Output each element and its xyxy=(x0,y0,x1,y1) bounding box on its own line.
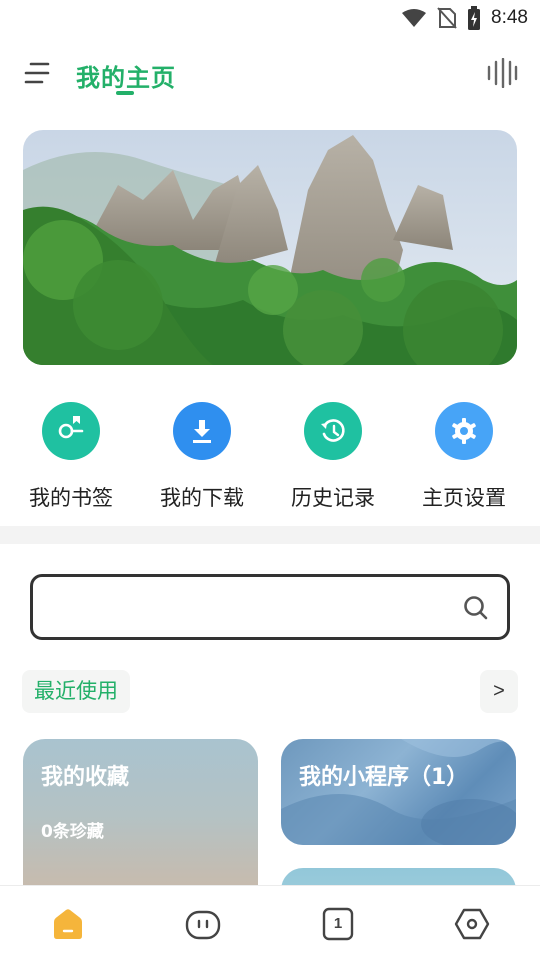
quick-action-home-settings[interactable]: 主页设置 xyxy=(399,400,529,515)
wifi-icon xyxy=(402,9,427,27)
history-icon xyxy=(304,402,362,460)
favorites-card[interactable]: 我的收藏 0条珍藏 xyxy=(23,739,258,909)
home-icon xyxy=(54,909,82,939)
recent-section-label: 最近使用 xyxy=(22,670,130,713)
tab-count: 1 xyxy=(333,915,343,932)
battery-icon xyxy=(468,6,481,30)
favorites-card-count: 0条珍藏 xyxy=(41,822,104,842)
gear-icon xyxy=(435,402,493,460)
section-divider xyxy=(0,526,540,544)
quick-action-label: 历史记录 xyxy=(291,486,375,510)
nav-more[interactable] xyxy=(452,904,492,944)
mountain-landscape-image xyxy=(23,130,517,365)
title-underline xyxy=(116,91,134,95)
mini-programs-card[interactable]: 我的小程序（1） xyxy=(281,739,516,845)
bookmark-icon xyxy=(42,402,100,460)
voice-button[interactable] xyxy=(486,57,518,89)
header: 我的主页 xyxy=(0,50,540,98)
search-icon[interactable] xyxy=(463,595,489,621)
quick-action-bookmarks[interactable]: 我的书签 xyxy=(6,400,136,515)
banner-image[interactable] xyxy=(23,130,517,365)
favorites-card-title: 我的收藏 xyxy=(41,765,130,790)
status-bar: 8:48 xyxy=(0,0,540,36)
menu-button[interactable] xyxy=(22,60,52,86)
quick-actions: 我的书签 我的下载 历史记录 主页设置 xyxy=(0,400,540,515)
face-icon xyxy=(185,910,221,940)
card-background-art xyxy=(281,739,516,845)
mini-programs-card-title: 我的小程序（1） xyxy=(299,765,469,790)
quick-action-label: 我的书签 xyxy=(29,486,113,510)
recent-more-button[interactable]: > xyxy=(480,670,518,713)
search-box[interactable] xyxy=(30,574,510,640)
nav-tabs[interactable]: 1 xyxy=(318,904,358,944)
page-title: 我的主页 xyxy=(76,64,176,92)
nav-home[interactable] xyxy=(48,904,88,944)
no-sim-icon xyxy=(437,7,457,29)
download-icon xyxy=(173,402,231,460)
nav-face[interactable] xyxy=(183,904,223,944)
menu-icon xyxy=(24,62,50,84)
quick-action-label: 主页设置 xyxy=(422,486,506,510)
quick-action-downloads[interactable]: 我的下载 xyxy=(137,400,267,515)
status-time: 8:48 xyxy=(491,7,528,28)
hexagon-icon xyxy=(454,908,490,940)
voice-wave-icon xyxy=(487,57,518,89)
bottom-navigation: 1 xyxy=(0,885,540,960)
quick-action-history[interactable]: 历史记录 xyxy=(268,400,398,515)
search-input[interactable] xyxy=(47,589,447,625)
quick-action-label: 我的下载 xyxy=(160,486,244,510)
